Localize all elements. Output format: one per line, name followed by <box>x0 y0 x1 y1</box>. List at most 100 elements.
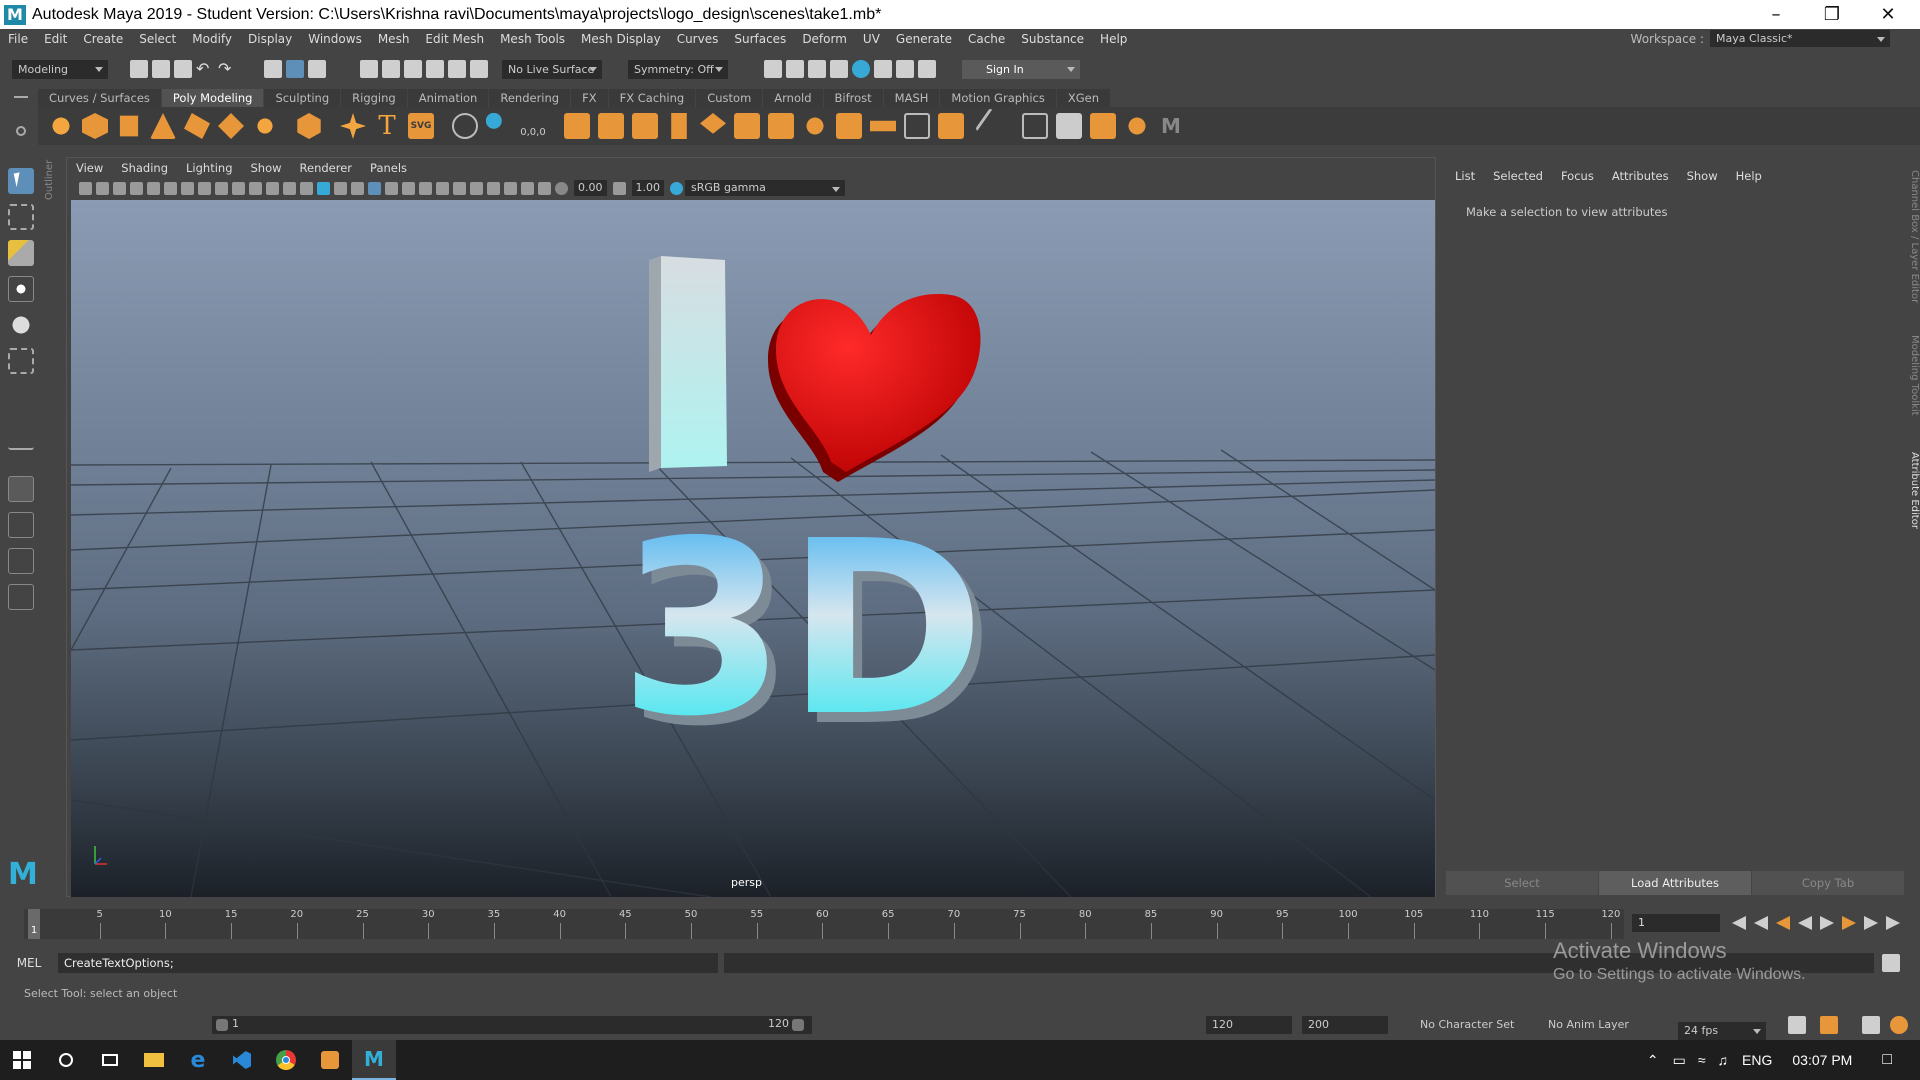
multi-cut-icon[interactable] <box>870 120 896 132</box>
shelf-settings-gear-icon[interactable] <box>16 126 26 136</box>
exposure-field[interactable]: 0.00 <box>574 180 607 196</box>
hypershade-icon[interactable] <box>852 60 870 78</box>
step-back-key-icon[interactable] <box>1754 916 1768 930</box>
auto-key-icon[interactable] <box>1820 1016 1838 1034</box>
last-tool-icon[interactable] <box>8 424 34 450</box>
menu-windows[interactable]: Windows <box>300 32 370 46</box>
xray-active-icon[interactable] <box>521 181 534 195</box>
step-back-frame-icon[interactable] <box>1776 916 1790 930</box>
play-forwards-icon[interactable] <box>1820 916 1834 930</box>
depth-of-field-icon[interactable] <box>470 181 483 195</box>
render-settings-icon[interactable] <box>830 60 848 78</box>
key-settings-icon[interactable] <box>1890 1016 1908 1034</box>
menu-surfaces[interactable]: Surfaces <box>726 32 794 46</box>
field-chart-icon[interactable] <box>249 181 262 195</box>
new-scene-icon[interactable] <box>130 60 148 78</box>
snap-to-point-icon[interactable] <box>404 60 422 78</box>
measure-tool-icon[interactable] <box>452 113 478 139</box>
poly-text-icon[interactable]: T <box>374 113 400 139</box>
shelf-tab-arnold[interactable]: Arnold <box>763 89 823 107</box>
mel-language-toggle[interactable]: MEL <box>0 956 58 970</box>
select-by-object-icon[interactable] <box>286 60 304 78</box>
loop-icon[interactable] <box>1788 1016 1806 1034</box>
shelf-tab-custom[interactable]: Custom <box>696 89 763 107</box>
textured-icon[interactable] <box>368 181 381 195</box>
film-gate-icon[interactable] <box>198 181 211 195</box>
current-frame-field[interactable]: 1 <box>1632 914 1720 932</box>
ae-menu-attributes[interactable]: Attributes <box>1603 169 1678 183</box>
unfold-icon[interactable] <box>1124 113 1150 139</box>
pause-viewport-icon[interactable] <box>918 60 936 78</box>
shelf-tab-fx[interactable]: FX <box>571 89 608 107</box>
step-forward-frame-icon[interactable] <box>1842 916 1856 930</box>
step-forward-key-icon[interactable] <box>1864 916 1878 930</box>
select-camera-icon[interactable] <box>79 181 92 195</box>
shelf-tab-bifrost[interactable]: Bifrost <box>823 89 883 107</box>
poly-cylinder-icon[interactable] <box>119 115 139 137</box>
restore-button[interactable]: ❐ <box>1804 0 1860 29</box>
grid-toggle-icon[interactable] <box>181 181 194 195</box>
menu-mesh-tools[interactable]: Mesh Tools <box>492 32 573 46</box>
live-surface-dropdown[interactable]: No Live Surface <box>502 59 602 79</box>
perspective-viewport[interactable]: I 3D 3D persp <box>71 200 1435 897</box>
screen-space-ao-icon[interactable] <box>419 181 432 195</box>
shelf-tab-animation[interactable]: Animation <box>407 89 489 107</box>
ae-menu-help[interactable]: Help <box>1727 169 1771 183</box>
make-live-icon[interactable] <box>470 60 488 78</box>
go-to-end-icon[interactable] <box>1886 916 1900 930</box>
panel-menu-lighting[interactable]: Lighting <box>177 161 241 175</box>
gate-mask-icon[interactable] <box>232 181 245 195</box>
bridge-icon[interactable] <box>700 113 726 134</box>
light-editor-icon[interactable] <box>896 60 914 78</box>
svg-icon[interactable]: SVG <box>408 113 434 139</box>
poly-plane-icon[interactable] <box>218 113 244 139</box>
two-d-pan-zoom-icon[interactable] <box>147 181 160 195</box>
command-input[interactable]: CreateTextOptions; <box>58 953 718 973</box>
redo-icon[interactable]: ↷ <box>218 60 236 78</box>
camera-attributes-icon[interactable] <box>96 181 109 195</box>
ae-copy-tab-button[interactable]: Copy Tab <box>1752 871 1904 895</box>
menu-help[interactable]: Help <box>1092 32 1135 46</box>
menu-mesh-display[interactable]: Mesh Display <box>573 32 669 46</box>
menu-mesh[interactable]: Mesh <box>370 32 418 46</box>
bevel-icon[interactable] <box>734 113 760 139</box>
shelf-tab-mash[interactable]: MASH <box>883 89 940 107</box>
single-perspective-layout-icon[interactable] <box>8 476 34 502</box>
isolate-select-icon[interactable] <box>487 181 500 195</box>
chrome-icon[interactable] <box>264 1040 308 1080</box>
anim-prefs-icon[interactable] <box>1862 1016 1880 1034</box>
select-by-hierarchy-icon[interactable] <box>264 60 282 78</box>
panel-menu-view[interactable]: View <box>67 161 112 175</box>
platonic-solid-icon[interactable] <box>297 113 321 139</box>
gamma-field[interactable]: 1.00 <box>631 180 664 196</box>
safe-title-icon[interactable] <box>283 181 296 195</box>
select-by-component-icon[interactable] <box>308 60 326 78</box>
menu-display[interactable]: Display <box>240 32 300 46</box>
shelf-tab-sculpting[interactable]: Sculpting <box>264 89 341 107</box>
go-to-start-icon[interactable] <box>1732 916 1746 930</box>
uv-editor-icon[interactable] <box>1022 113 1048 139</box>
view-transform-dropdown[interactable]: sRGB gamma <box>685 180 845 196</box>
anim-layer-dropdown[interactable]: No Anim Layer <box>1548 1018 1629 1031</box>
ae-menu-list[interactable]: List <box>1446 169 1484 183</box>
menu-create[interactable]: Create <box>75 32 131 46</box>
menu-edit[interactable]: Edit <box>36 32 75 46</box>
range-start-handle[interactable] <box>216 1019 228 1031</box>
open-scene-icon[interactable] <box>152 60 170 78</box>
snap-to-view-plane-icon[interactable] <box>448 60 466 78</box>
target-weld-icon[interactable] <box>904 113 930 139</box>
save-scene-icon[interactable] <box>174 60 192 78</box>
smooth-icon[interactable] <box>632 113 658 139</box>
bookmarks-icon[interactable] <box>113 181 126 195</box>
windows-start-icon[interactable] <box>0 1040 44 1080</box>
menu-generate[interactable]: Generate <box>888 32 960 46</box>
default-lighting-icon[interactable] <box>334 181 347 195</box>
search-icon[interactable] <box>44 1040 88 1080</box>
render-view-icon[interactable] <box>764 60 782 78</box>
ae-select-button[interactable]: Select <box>1446 871 1598 895</box>
planar-map-icon[interactable] <box>1056 113 1082 139</box>
menu-select[interactable]: Select <box>131 32 184 46</box>
clock[interactable]: 03:07 PM <box>1792 1052 1852 1068</box>
workspace-dropdown[interactable]: Maya Classic* <box>1710 30 1890 47</box>
image-plane-icon[interactable] <box>130 181 143 195</box>
